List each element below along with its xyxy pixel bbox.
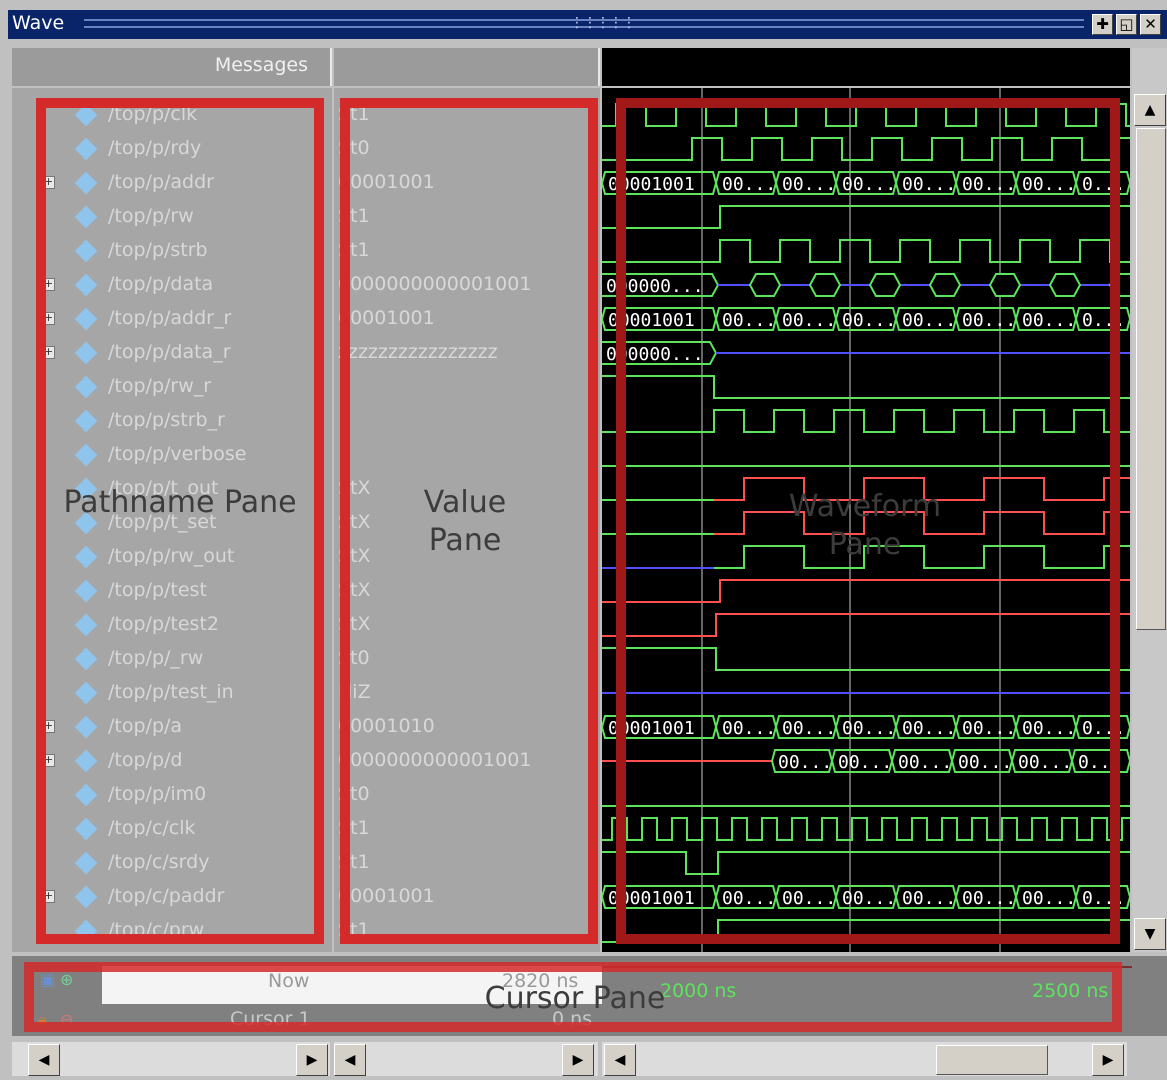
value-hscroll[interactable]: ◀ ▶ xyxy=(334,1042,598,1076)
scroll-right-icon[interactable]: ▶ xyxy=(562,1044,594,1076)
scroll-right-icon[interactable]: ▶ xyxy=(1092,1044,1124,1076)
close-icon[interactable]: ✕ xyxy=(1140,14,1161,35)
waveform-hscroll[interactable]: ◀ ▶ xyxy=(602,1042,1127,1076)
pathname-hscroll[interactable]: ◀ ▶ xyxy=(12,1042,330,1076)
vertical-scrollbar[interactable]: ▲ ▼ xyxy=(1132,48,1167,952)
horizontal-scrollbars: ◀ ▶ ◀ ▶ ◀ ▶ xyxy=(12,1040,1167,1080)
cursor-pane-label: Cursor Pane xyxy=(484,981,666,1016)
scroll-left-icon[interactable]: ◀ xyxy=(604,1044,636,1076)
waveform-pane-label: Waveform Pane xyxy=(788,489,942,562)
value-header[interactable] xyxy=(334,48,600,86)
undock-icon[interactable]: ◱ xyxy=(1116,14,1137,35)
scroll-down-icon[interactable]: ▼ xyxy=(1134,918,1166,950)
scroll-left-icon[interactable]: ◀ xyxy=(28,1044,60,1076)
drag-grip-icon[interactable]: ⋮⋮⋮⋮⋮ xyxy=(570,15,636,31)
scroll-up-icon[interactable]: ▲ xyxy=(1134,94,1166,126)
horizontal-scroll-thumb[interactable] xyxy=(936,1045,1048,1075)
window-title: Wave xyxy=(12,12,65,34)
value-pane-label: Value Pane xyxy=(423,485,507,558)
maximize-icon[interactable]: ✚ xyxy=(1092,14,1113,35)
messages-header[interactable]: Messages xyxy=(12,48,332,86)
messages-header-label: Messages xyxy=(214,54,308,76)
title-bar[interactable]: Wave ⋮⋮⋮⋮⋮ ✚ ◱ ✕ xyxy=(8,10,1167,39)
vertical-scroll-thumb[interactable] xyxy=(1136,128,1166,630)
wave-window: Wave ⋮⋮⋮⋮⋮ ✚ ◱ ✕ Messages /top/p/clk/top… xyxy=(0,0,1167,1080)
waveform-header xyxy=(602,48,1130,86)
scroll-right-icon[interactable]: ▶ xyxy=(296,1044,328,1076)
pathname-pane-label: Pathname Pane xyxy=(63,485,297,520)
scroll-left-icon[interactable]: ◀ xyxy=(334,1044,366,1076)
